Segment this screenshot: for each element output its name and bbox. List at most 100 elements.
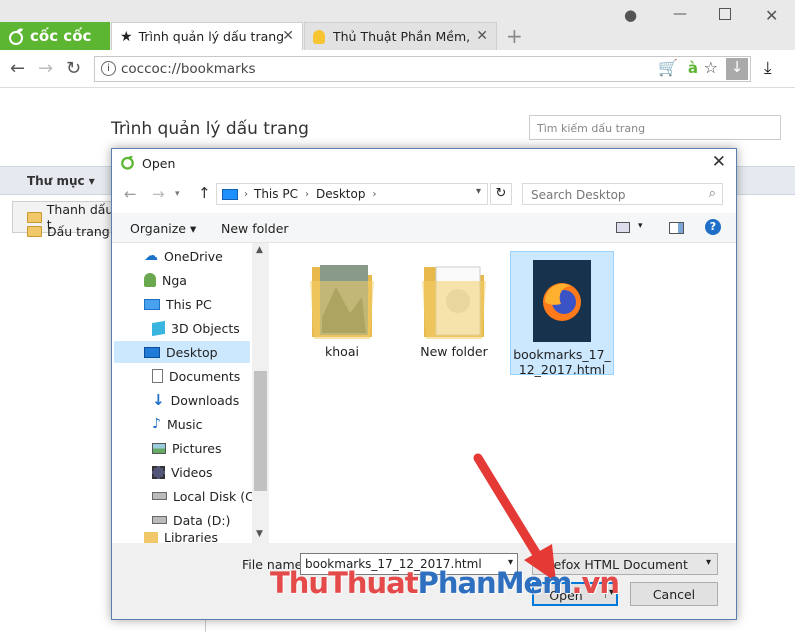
organize-label: Organize (130, 221, 186, 236)
dialog-forward-button[interactable]: → (152, 185, 165, 203)
download-page-icon[interactable]: ↓ (726, 58, 748, 80)
cancel-button[interactable]: Cancel (630, 582, 718, 606)
navigation-pane: ☁ OneDrive Nga This PC 3D Objects Desktop… (112, 243, 270, 543)
nav-item-onedrive[interactable]: ☁ OneDrive (144, 245, 256, 267)
reload-button[interactable]: ↻ (66, 58, 81, 79)
video-icon (152, 465, 165, 479)
back-button[interactable]: ← (10, 58, 25, 79)
address-bar[interactable]: i coccoc://bookmarks 🛒 à ☆ ↓ (94, 56, 751, 82)
cart-icon[interactable]: 🛒 (658, 58, 678, 77)
breadcrumb-item[interactable]: This PC (254, 187, 298, 201)
close-window-button[interactable]: ✕ (765, 6, 778, 25)
breadcrumb-item[interactable]: Desktop (316, 187, 366, 201)
nav-item-local-disk[interactable]: Local Disk (C:) (152, 485, 264, 507)
chevron-right-icon: › (304, 188, 309, 200)
dialog-close-button[interactable]: ✕ (712, 152, 726, 172)
file-item-new-folder[interactable]: New folder (402, 257, 506, 359)
forward-button[interactable]: → (38, 58, 53, 79)
nav-item-music[interactable]: ♪ Music (152, 413, 264, 435)
watermark-part: ThuThuat (270, 566, 419, 600)
desktop-icon (144, 346, 160, 358)
folder-label: Dấu trang k (47, 224, 121, 239)
nav-item-3dobjects[interactable]: 3D Objects (152, 317, 264, 339)
nav-item-desktop[interactable]: Desktop (114, 341, 250, 363)
chevron-down-icon[interactable]: ▾ (476, 186, 481, 197)
folder-with-pictures-icon (310, 265, 374, 339)
coccoc-app-icon (121, 156, 134, 170)
scroll-down-icon[interactable]: ▼ (256, 529, 263, 539)
nav-item-documents[interactable]: Documents (152, 365, 264, 387)
nav-item-videos[interactable]: Videos (152, 461, 264, 483)
downloads-icon[interactable]: ⤓ (764, 58, 772, 78)
chevron-right-icon: › (244, 188, 248, 200)
folder-tree-item[interactable]: Dấu trang k (27, 224, 121, 239)
view-icon[interactable] (616, 222, 630, 233)
help-icon[interactable]: ? (705, 219, 721, 235)
breadcrumb[interactable]: › This PC › Desktop › ▾ (216, 183, 488, 205)
file-label: bookmarks_17_12_2017.html (513, 347, 611, 377)
divider (205, 620, 206, 632)
music-icon: ♪ (152, 416, 161, 432)
folder-with-documents-icon (422, 266, 486, 339)
drive-icon (152, 516, 167, 524)
nav-item-label: Downloads (170, 392, 240, 408)
coccoc-logo-text: cốc cốc (30, 27, 92, 45)
watermark-part: PhanMem (417, 566, 573, 600)
nav-item-data-drive[interactable]: Data (D:) (152, 509, 264, 531)
preview-pane-icon[interactable] (669, 222, 684, 234)
nav-item-label: Data (D:) (173, 512, 231, 528)
view-dropdown-icon[interactable]: ▾ (638, 221, 643, 231)
folder-menu[interactable]: Thư mục ▾ (27, 174, 95, 188)
watermark-part: .vn (571, 566, 620, 600)
download-icon: ↓ (152, 391, 165, 409)
file-item-bookmarks-html[interactable]: bookmarks_17_12_2017.html (510, 251, 614, 377)
nav-item-label: 3D Objects (171, 320, 240, 336)
url-text: coccoc://bookmarks (121, 61, 256, 77)
scroll-thumb[interactable] (254, 371, 267, 491)
close-tab-icon[interactable]: ✕ (476, 28, 488, 44)
profile-icon[interactable]: ● (624, 6, 637, 24)
nav-item-label: Libraries (164, 531, 218, 543)
bookmark-star-icon[interactable]: ☆ (704, 58, 718, 77)
folder-icon (27, 226, 42, 237)
nav-item-label: Videos (171, 464, 213, 480)
maximize-button[interactable] (719, 8, 731, 20)
close-tab-icon[interactable]: ✕ (282, 28, 294, 44)
tab-bookmarks[interactable]: ★ Trình quản lý dấu trang ✕ (111, 22, 303, 50)
coccoc-logo[interactable]: cốc cốc (0, 22, 110, 50)
nav-item-label: Music (166, 416, 203, 432)
spell-icon[interactable]: à (688, 59, 698, 77)
bookmark-search-input[interactable]: Tìm kiếm dấu trang (529, 115, 781, 140)
page-title: Trình quản lý dấu trang (111, 119, 309, 139)
file-label: khoai (325, 344, 359, 359)
dialog-back-button[interactable]: ← (124, 185, 137, 203)
up-button[interactable]: ↑ (198, 184, 211, 202)
nav-item-thispc[interactable]: This PC (144, 293, 256, 315)
organize-button[interactable]: Organize ▾ (130, 221, 196, 236)
new-folder-button[interactable]: New folder (221, 221, 289, 236)
new-tab-button[interactable]: + (506, 24, 523, 48)
recent-locations-icon[interactable]: ▾ (175, 189, 180, 199)
tab-label: Trình quản lý dấu trang (138, 29, 285, 44)
minimize-button[interactable]: — (673, 6, 687, 22)
nav-item-downloads[interactable]: ↓ Downloads (152, 389, 264, 411)
search-placeholder: Search Desktop (531, 188, 626, 202)
library-icon (144, 531, 158, 543)
tab-thuthuat[interactable]: Thủ Thuật Phần Mềm, Má ✕ (304, 22, 497, 50)
tab-label: Thủ Thuật Phần Mềm, Má (333, 29, 473, 44)
dialog-title: Open (142, 156, 176, 171)
nav-item-label: Documents (169, 368, 241, 384)
refresh-button[interactable]: ↻ (490, 183, 512, 205)
nav-item-user[interactable]: Nga (144, 269, 256, 291)
nav-scrollbar[interactable]: ▲ ▼ (252, 243, 269, 543)
search-icon: ⌕ (708, 186, 716, 201)
scroll-up-icon[interactable]: ▲ (256, 245, 263, 255)
file-item-khoai[interactable]: khoai (290, 257, 394, 359)
dialog-titlebar[interactable]: Open ✕ (112, 149, 736, 177)
document-icon (152, 369, 163, 383)
nav-item-libraries[interactable]: Libraries (144, 531, 256, 543)
watermark: ThuThuatPhanMem.vn (270, 566, 620, 600)
open-dialog: Open ✕ ← → ▾ ↑ › This PC › Desktop › ▾ ↻… (111, 148, 737, 620)
nav-item-pictures[interactable]: Pictures (152, 437, 264, 459)
dialog-search-input[interactable]: Search Desktop ⌕ (522, 183, 723, 205)
